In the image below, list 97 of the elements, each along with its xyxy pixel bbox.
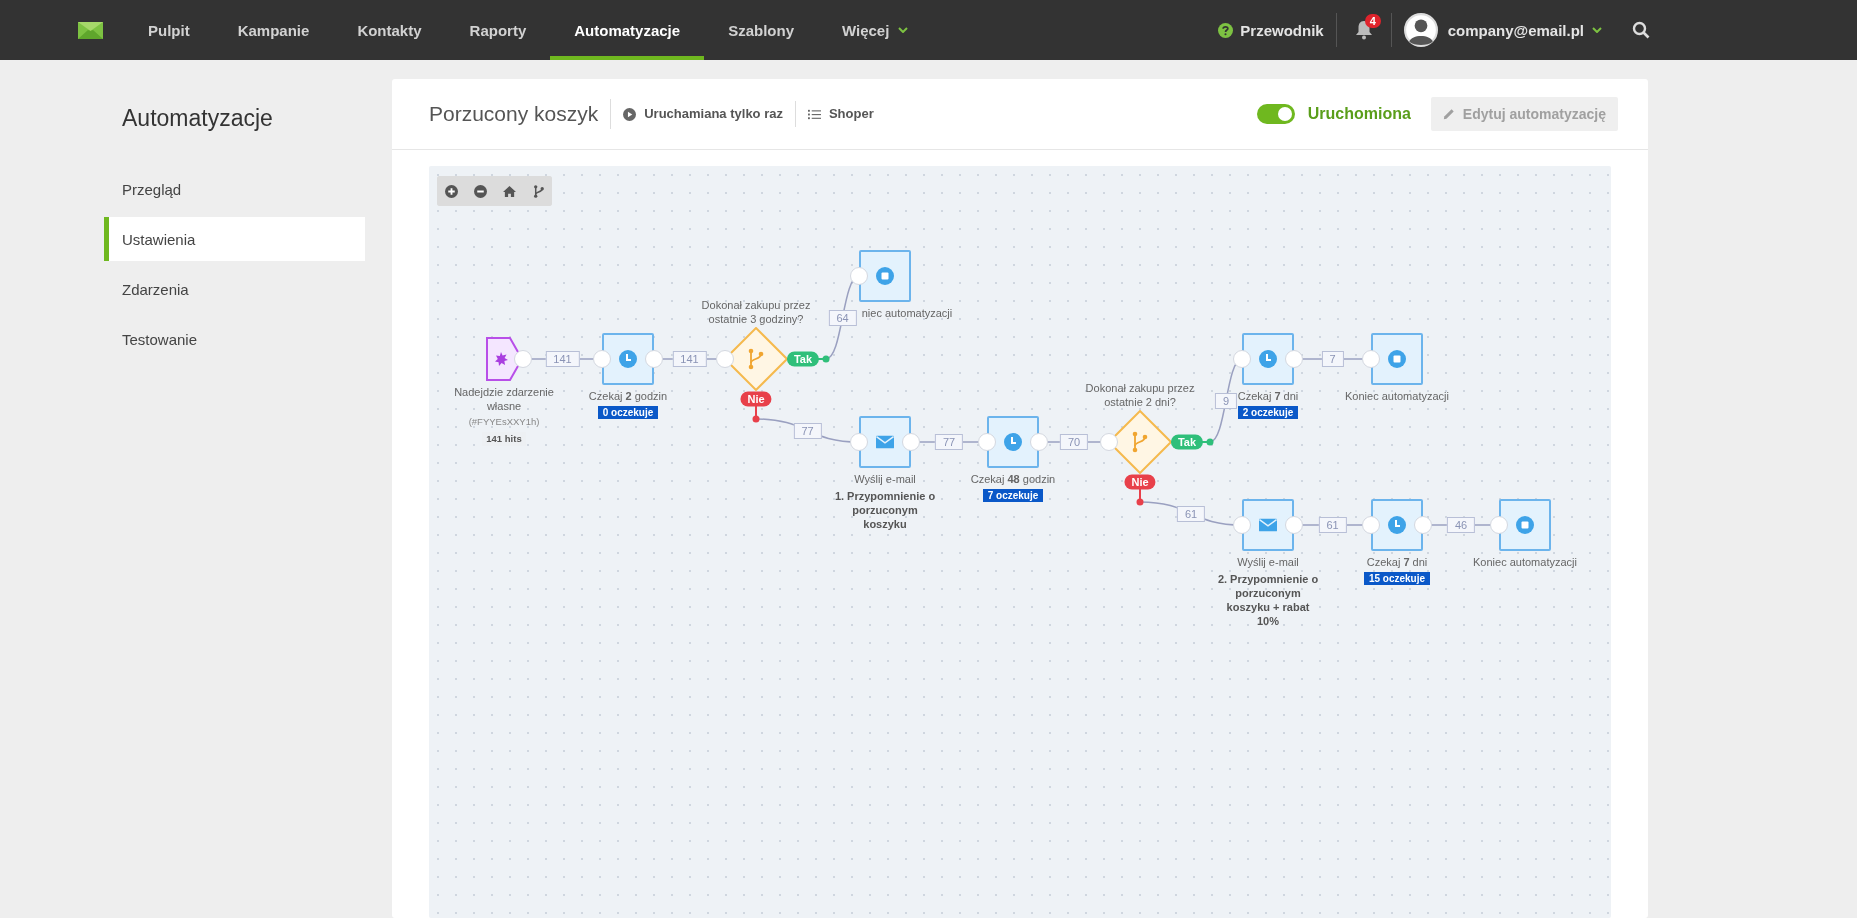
wait-label: Czekaj 7 dni: [1366, 555, 1428, 569]
connector-port[interactable]: [1233, 516, 1251, 534]
envelope-logo-icon[interactable]: [78, 21, 103, 39]
condition-question: Dokonał zakupu przez ostatnie 3 godziny?: [700, 298, 812, 326]
end-node[interactable]: [1371, 333, 1423, 385]
sidebar-item[interactable]: Zdarzenia: [104, 267, 365, 311]
connector-port[interactable]: [1362, 516, 1380, 534]
end-label: Koniec automatyzacji: [1473, 555, 1577, 569]
stop-icon: [1516, 516, 1534, 534]
wait-node[interactable]: [987, 416, 1039, 468]
waiting-count: 7 oczekuje: [982, 489, 1044, 502]
section-title: Automatyzacje: [121, 105, 274, 132]
edge-count: 64: [828, 309, 857, 326]
wait-label: Czekaj 7 dni: [1237, 389, 1299, 403]
notification-count: 4: [1364, 14, 1381, 28]
envelope-icon: [1259, 516, 1277, 534]
edge-count: 77: [934, 434, 964, 450]
wait-node[interactable]: [1242, 333, 1294, 385]
no-branch-label: Nie: [1124, 474, 1156, 490]
sidebar-item[interactable]: Przegląd: [104, 167, 365, 211]
waiting-count: 0 oczekuje: [597, 406, 659, 419]
stop-icon: [876, 267, 894, 285]
account-menu[interactable]: company@email.pl: [1437, 21, 1592, 39]
play-icon: [623, 107, 637, 121]
edge-count: 77: [793, 422, 822, 439]
end-label: niec automatyzacji: [861, 306, 953, 320]
waiting-count: 2 oczekuje: [1237, 406, 1299, 419]
list-icon: [807, 107, 821, 121]
wait-label: Czekaj 48 godzin: [970, 472, 1056, 486]
stop-icon: [1388, 350, 1406, 368]
edge-count: 61: [1176, 505, 1206, 522]
email-name: 2. Przypomnienie o porzuconym koszyku + rabat 10%: [1216, 572, 1320, 628]
edge-count: 46: [1446, 517, 1476, 533]
pencil-icon: [1442, 108, 1455, 120]
notifications-button[interactable]: 4: [1336, 10, 1391, 50]
connector-port[interactable]: [593, 350, 611, 368]
chevron-down-icon[interactable]: [1592, 27, 1602, 33]
edge-count: 61: [1318, 517, 1347, 533]
edge-count: 141: [672, 351, 707, 367]
help-icon: [1218, 22, 1234, 38]
action-label: Wyślij e-mail: [1237, 555, 1299, 569]
connector-port[interactable]: [1362, 350, 1380, 368]
edge-count: 141: [545, 351, 580, 367]
connector-port[interactable]: [978, 433, 996, 451]
clock-icon: [619, 350, 637, 368]
nav-tab[interactable]: Szablony: [704, 0, 818, 60]
search-icon[interactable]: [1632, 21, 1650, 39]
plus-icon: [444, 184, 458, 198]
connector-port[interactable]: [716, 350, 734, 368]
condition-question: Dokonał zakupu przez ostatnie 2 dni?: [1084, 381, 1196, 409]
home-icon: [502, 184, 516, 198]
envelope-icon: [876, 433, 894, 451]
connector-port[interactable]: [1100, 433, 1118, 451]
wait-label: Czekaj 2 godzin: [588, 389, 668, 403]
yes-branch-label: Tak: [786, 351, 820, 367]
branch-icon: [531, 184, 545, 198]
end-label: Koniec automatyzacji: [1345, 389, 1449, 403]
connector-port[interactable]: [850, 267, 868, 285]
clock-icon: [1004, 433, 1022, 451]
automation-title: Porzucony koszyk: [429, 99, 612, 129]
connector-port[interactable]: [514, 350, 532, 368]
end-node[interactable]: [859, 250, 911, 302]
waiting-count: 15 oczekuje: [1363, 572, 1431, 585]
sidebar-item[interactable]: Ustawienia: [104, 217, 365, 261]
avatar-icon[interactable]: [1403, 13, 1438, 47]
clock-icon: [1388, 516, 1406, 534]
nav-tab[interactable]: Kontakty: [333, 0, 446, 60]
clock-icon: [1259, 350, 1277, 368]
nav-tab[interactable]: Raporty: [445, 0, 551, 60]
automation-info: Shoper: [828, 105, 874, 123]
nav-tab[interactable]: Automatyzacje: [550, 0, 705, 60]
status-toggle[interactable]: [1256, 104, 1295, 124]
action-label: Wyślij e-mail: [854, 472, 916, 486]
guide-link[interactable]: Przewodnik: [1218, 21, 1336, 39]
nav-tab[interactable]: Kampanie: [213, 0, 334, 60]
email-name: 1. Przypomnienie o porzuconym koszyku: [833, 489, 937, 531]
end-node[interactable]: [1499, 499, 1551, 551]
wait-node[interactable]: [602, 333, 654, 385]
nav-tab[interactable]: Więcej: [818, 0, 933, 60]
edge-count: 9: [1214, 392, 1238, 409]
no-branch-label: Nie: [740, 391, 772, 407]
email-node[interactable]: [1242, 499, 1294, 551]
connector-port[interactable]: [850, 433, 868, 451]
status-label: Uruchomiona: [1307, 105, 1411, 123]
sidebar-item[interactable]: Testowanie: [104, 317, 365, 361]
email-node[interactable]: [859, 416, 911, 468]
automation-info: Uruchamiana tylko raz: [644, 105, 783, 123]
minus-icon: [473, 184, 487, 198]
connector-port[interactable]: [1233, 350, 1251, 368]
edge-count: 7: [1321, 351, 1344, 367]
trigger-title: Nadejdzie zdarzenie własne: [453, 385, 555, 413]
edge-count: 70: [1059, 434, 1089, 450]
yes-branch-label: Tak: [1170, 434, 1204, 450]
nav-tab[interactable]: Pulpit: [124, 0, 214, 60]
connector-port[interactable]: [1490, 516, 1508, 534]
wait-node[interactable]: [1371, 499, 1423, 551]
event-code: (#FYYEsXXY1h): [468, 415, 540, 429]
